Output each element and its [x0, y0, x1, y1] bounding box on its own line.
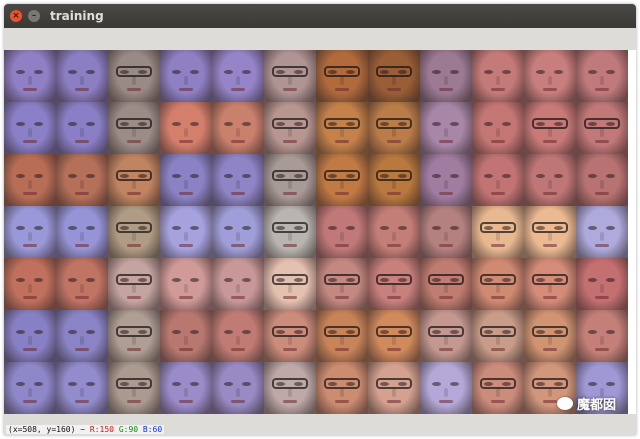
face-tile [56, 362, 108, 414]
face-tile [212, 362, 264, 414]
face-tile [316, 154, 368, 206]
face-tile [524, 50, 576, 102]
face-tile [524, 154, 576, 206]
face-tile [368, 206, 420, 258]
wechat-icon [556, 397, 573, 410]
status-bar: (x=508, y=160) ~ R:150 G:90 B:60 [4, 414, 636, 435]
face-tile [524, 206, 576, 258]
face-tile [108, 310, 160, 362]
face-tile [56, 310, 108, 362]
face-tile [56, 206, 108, 258]
face-tile [368, 258, 420, 310]
face-tile [524, 258, 576, 310]
face-tile [108, 258, 160, 310]
face-tile [420, 362, 472, 414]
face-tile [264, 50, 316, 102]
face-tile [368, 50, 420, 102]
watermark-text: 魔都囡 [576, 398, 616, 413]
face-tile [576, 50, 628, 102]
face-tile [420, 102, 472, 154]
green-value: G:90 [118, 425, 139, 434]
face-tile [576, 206, 628, 258]
face-tile [264, 154, 316, 206]
face-tile [4, 362, 56, 414]
blue-value: B:60 [142, 425, 163, 434]
face-tile [4, 206, 56, 258]
face-tile [212, 102, 264, 154]
face-tile [108, 50, 160, 102]
face-tile [368, 362, 420, 414]
face-tile [212, 154, 264, 206]
toolbar-area [4, 28, 636, 50]
face-tile [108, 102, 160, 154]
face-tile [316, 206, 368, 258]
face-tile [4, 102, 56, 154]
face-tile [160, 50, 212, 102]
watermark: 魔都囡 [556, 394, 616, 413]
face-tile [576, 102, 628, 154]
minimize-icon[interactable]: – [28, 10, 40, 22]
face-tile [472, 102, 524, 154]
face-tile [212, 50, 264, 102]
title-bar[interactable]: × – training [4, 4, 636, 28]
face-tile [368, 310, 420, 362]
face-tile [316, 362, 368, 414]
face-tile [576, 310, 628, 362]
face-tile [264, 206, 316, 258]
face-tile [108, 154, 160, 206]
face-tile [316, 102, 368, 154]
face-grid [4, 50, 628, 414]
close-icon[interactable]: × [10, 10, 22, 22]
face-tile [4, 258, 56, 310]
window-title: training [50, 9, 104, 23]
face-tile [56, 102, 108, 154]
face-tile [264, 310, 316, 362]
face-tile [524, 310, 576, 362]
face-tile [472, 154, 524, 206]
face-tile [420, 258, 472, 310]
face-tile [56, 154, 108, 206]
face-tile [212, 310, 264, 362]
training-window: × – training (x=508, y=160) ~ R:150 G:90… [4, 4, 636, 435]
face-tile [420, 310, 472, 362]
face-tile [264, 258, 316, 310]
face-tile [472, 50, 524, 102]
pixel-readout: (x=508, y=160) ~ R:150 G:90 B:60 [6, 425, 165, 434]
red-value: R:150 [89, 425, 114, 434]
face-tile [160, 362, 212, 414]
face-tile [316, 50, 368, 102]
face-tile [160, 206, 212, 258]
face-tile [56, 258, 108, 310]
face-tile [4, 50, 56, 102]
face-tile [316, 258, 368, 310]
face-tile [472, 258, 524, 310]
face-tile [160, 310, 212, 362]
face-tile [56, 50, 108, 102]
face-tile [472, 206, 524, 258]
face-tile [264, 362, 316, 414]
face-tile [212, 258, 264, 310]
face-tile [576, 258, 628, 310]
face-tile [524, 102, 576, 154]
face-tile [420, 154, 472, 206]
face-tile [420, 50, 472, 102]
face-tile [160, 154, 212, 206]
face-tile [576, 154, 628, 206]
face-tile [108, 206, 160, 258]
face-tile [472, 362, 524, 414]
face-tile [420, 206, 472, 258]
face-tile [368, 154, 420, 206]
face-tile [368, 102, 420, 154]
coords-text: (x=508, y=160) ~ [8, 425, 86, 434]
face-tile [160, 258, 212, 310]
face-tile [472, 310, 524, 362]
face-tile [160, 102, 212, 154]
face-tile [212, 206, 264, 258]
face-tile [4, 310, 56, 362]
face-tile [264, 102, 316, 154]
face-tile [4, 154, 56, 206]
face-tile [108, 362, 160, 414]
face-tile [316, 310, 368, 362]
